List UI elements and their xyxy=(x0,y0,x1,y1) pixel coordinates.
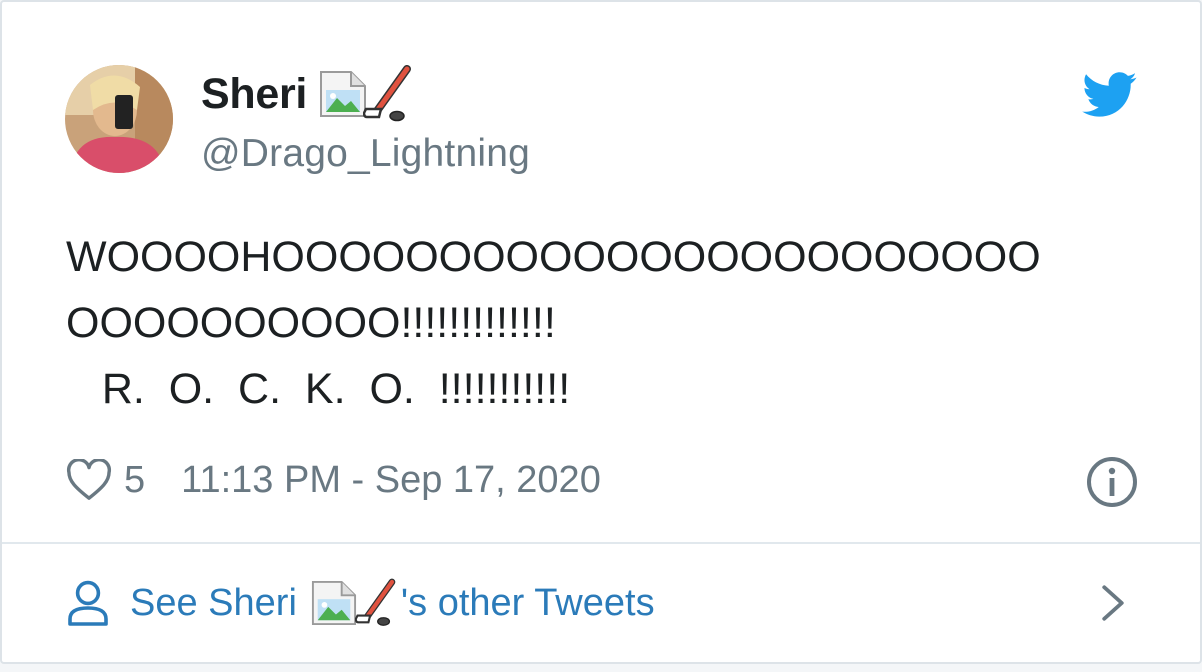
ice-hockey-icon xyxy=(354,578,397,628)
broken-image-icon xyxy=(319,70,367,118)
tweet-line: R. O. C. K. O. !!!!!!!!!!! xyxy=(66,365,571,413)
tweet-line: WOOOOHOOOOOOOOOOOOOOOOOOOOOOO xyxy=(66,233,1041,281)
see-tweets-prefix: See Sheri xyxy=(130,581,297,624)
tweet-card: Sheri @Drago_Lightning WOOOOHOOOOOOOOOOO… xyxy=(0,0,1202,664)
info-icon[interactable] xyxy=(1086,456,1138,508)
author-display-name[interactable]: Sheri xyxy=(201,70,307,119)
broken-image-icon xyxy=(311,580,357,626)
heart-icon[interactable] xyxy=(66,459,112,501)
person-icon xyxy=(68,580,108,626)
chevron-right-icon[interactable] xyxy=(1098,582,1128,624)
avatar-photo xyxy=(65,65,173,173)
author-name-row: Sheri xyxy=(201,65,413,123)
divider xyxy=(2,542,1200,544)
like-count[interactable]: 5 xyxy=(124,459,145,502)
tweet-timestamp[interactable]: 11:13 PM - Sep 17, 2020 xyxy=(181,459,601,502)
author-handle[interactable]: @Drago_Lightning xyxy=(201,132,530,176)
see-other-tweets-link[interactable]: See Sheri 's other Tweets xyxy=(66,574,655,632)
tweet-meta: 5 11:13 PM - Sep 17, 2020 xyxy=(66,452,601,508)
ice-hockey-icon xyxy=(362,65,413,123)
tweet-text: WOOOOHOOOOOOOOOOOOOOOOOOOOOOO OOOOOOOOOO!… xyxy=(66,224,1146,422)
twitter-bird-icon[interactable] xyxy=(1082,72,1138,118)
tweet-line: OOOOOOOOOO!!!!!!!!!!!!! xyxy=(66,299,556,347)
avatar[interactable] xyxy=(65,65,173,173)
see-tweets-suffix: 's other Tweets xyxy=(400,581,655,624)
